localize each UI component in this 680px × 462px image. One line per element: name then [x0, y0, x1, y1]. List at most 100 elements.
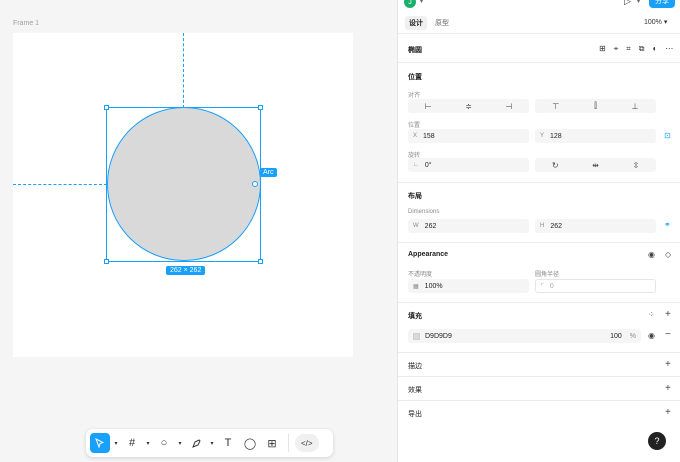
shape-tool-button[interactable]: ○ — [154, 433, 174, 453]
align-right-icon[interactable]: ⊣ — [505, 102, 512, 111]
more-icon[interactable]: ⋯ — [665, 44, 673, 54]
mask-icon[interactable]: ◐ — [652, 44, 657, 54]
help-button[interactable]: ? — [648, 432, 666, 450]
corner-radius-input[interactable]: ⌜ 0 — [535, 279, 656, 293]
chevron-down-icon[interactable]: ▾ — [637, 0, 640, 5]
opacity-value: 100% — [424, 282, 443, 290]
tab-prototype[interactable]: 原型 — [431, 16, 453, 30]
styles-icon[interactable]: ⁘ — [648, 310, 655, 319]
text-icon: T — [224, 437, 232, 449]
opacity-input[interactable]: ▦ 100% — [408, 279, 529, 293]
add-export-icon[interactable]: + — [665, 407, 671, 418]
component-icon[interactable]: ⊞ — [599, 44, 606, 54]
align-center-h-icon[interactable]: ≑ — [465, 102, 472, 111]
plugins-tool-button[interactable]: ⊞ — [262, 433, 282, 453]
add-stroke-icon[interactable]: + — [665, 359, 671, 370]
comment-tool-button[interactable]: ◯ — [240, 433, 260, 453]
divider — [398, 400, 680, 401]
chevron-down-icon[interactable]: ▾ — [420, 0, 423, 5]
dev-mode-button[interactable]: </> — [295, 434, 319, 452]
resize-handle-bottom-left[interactable] — [104, 259, 109, 264]
text-tool-button[interactable]: T — [218, 433, 238, 453]
effects-section-title[interactable]: 效果 — [408, 385, 422, 395]
export-section-title[interactable]: 导出 — [408, 409, 422, 419]
fill-section-title: 填充 — [408, 313, 422, 320]
align-top-icon[interactable]: ⊤ — [552, 102, 559, 111]
fill-swatch[interactable] — [413, 332, 420, 340]
target-icon[interactable]: ⌖ — [614, 44, 619, 54]
corner-radius-label: 圆角半径 — [535, 272, 560, 278]
add-effect-icon[interactable]: + — [665, 383, 671, 394]
pen-icon — [191, 438, 201, 448]
fill-row[interactable]: D9D9D9 100 % — [408, 329, 641, 343]
w-prefix: W — [413, 223, 419, 229]
fill-hex-value: D9D9D9 — [425, 332, 452, 340]
align-label: 对齐 — [408, 93, 421, 99]
rotation-value: 0° — [424, 161, 432, 169]
align-bottom-icon[interactable]: ⊥ — [632, 102, 639, 111]
flip-vertical-icon[interactable]: ⇳ — [632, 161, 639, 170]
chevron-down-icon[interactable]: ▾ — [208, 440, 216, 447]
add-fill-icon[interactable]: + — [665, 309, 671, 320]
user-avatar[interactable]: J — [404, 0, 416, 8]
horizontal-align-group: ⊢ ≑ ⊣ — [408, 99, 529, 113]
y-input[interactable]: Y 128 — [535, 129, 656, 143]
x-prefix: X — [413, 133, 418, 139]
height-input[interactable]: H 262 — [535, 219, 656, 233]
constraints-icon[interactable]: ⊡ — [664, 131, 671, 140]
arc-handle[interactable] — [252, 181, 258, 187]
eye-icon[interactable]: ◉ — [648, 331, 655, 340]
play-icon[interactable]: ▷ — [624, 0, 631, 7]
layer-name: 椭圆 — [408, 47, 422, 54]
vertical-align-group: ⊤ ⫿ ⊥ — [535, 99, 656, 113]
chevron-down-icon[interactable]: ▾ — [112, 440, 120, 447]
canvas[interactable]: Frame 1 Arc 262 × 262 ▾ # ▾ ○ ▾ ▾ T ◯ ⊞ … — [0, 0, 397, 462]
share-button[interactable]: 分享 — [649, 0, 675, 8]
selection-box — [106, 107, 261, 262]
chevron-down-icon[interactable]: ▾ — [144, 440, 152, 447]
lock-ratio-icon[interactable]: ⚭ — [664, 220, 671, 229]
position-label: 位置 — [408, 123, 421, 129]
move-tool-button[interactable] — [90, 433, 110, 453]
arc-tooltip: Arc — [260, 168, 277, 177]
resize-handle-bottom-right[interactable] — [258, 259, 263, 264]
boolean-icon[interactable]: ⧉ — [639, 44, 645, 54]
transform-group: ↻ ⇹ ⇳ — [535, 158, 656, 172]
align-left-icon[interactable]: ⊢ — [425, 102, 432, 111]
layer-actions: ⊞ ⌖ ⌗ ⧉ ◐ ⋯ — [599, 44, 673, 54]
stroke-section-title[interactable]: 描边 — [408, 361, 422, 371]
vertical-guide — [183, 33, 184, 108]
blend-mode-icon[interactable]: ◇ — [665, 250, 671, 259]
resize-handle-top-right[interactable] — [258, 105, 263, 110]
position-section-title: 位置 — [408, 74, 422, 81]
fill-percent-sign: % — [629, 332, 636, 340]
remove-fill-icon[interactable]: − — [665, 329, 671, 340]
rotation-input[interactable]: ∟ 0° — [408, 158, 529, 172]
frame-icon: # — [128, 437, 136, 449]
tab-design[interactable]: 设计 — [405, 16, 427, 30]
x-input[interactable]: X 158 — [408, 129, 529, 143]
chevron-down-icon[interactable]: ▾ — [176, 440, 184, 447]
zoom-dropdown[interactable]: 100% ▾ — [644, 18, 667, 26]
cursor-icon — [95, 438, 105, 448]
frame-label[interactable]: Frame 1 — [13, 20, 39, 27]
align-center-v-icon[interactable]: ⫿ — [594, 101, 597, 111]
toolbar-divider — [288, 434, 289, 452]
corner-radius-value: 0 — [549, 282, 554, 290]
pen-tool-button[interactable] — [186, 433, 206, 453]
h-value: 262 — [550, 222, 563, 230]
opacity-icon: ▦ — [413, 283, 419, 290]
rotate-icon[interactable]: ↻ — [552, 161, 559, 170]
horizontal-guide — [13, 184, 107, 185]
eye-icon[interactable]: ◉ — [648, 250, 655, 259]
flip-horizontal-icon[interactable]: ⇹ — [592, 161, 599, 170]
divider — [398, 33, 680, 34]
frame-tool-button[interactable]: # — [122, 433, 142, 453]
resize-handle-top-left[interactable] — [104, 105, 109, 110]
resize-icon[interactable]: ⌗ — [626, 44, 631, 54]
w-value: 262 — [424, 222, 437, 230]
layout-section-title: 布局 — [408, 193, 422, 200]
x-value: 158 — [423, 132, 435, 140]
divider — [398, 182, 680, 183]
width-input[interactable]: W 262 — [408, 219, 529, 233]
